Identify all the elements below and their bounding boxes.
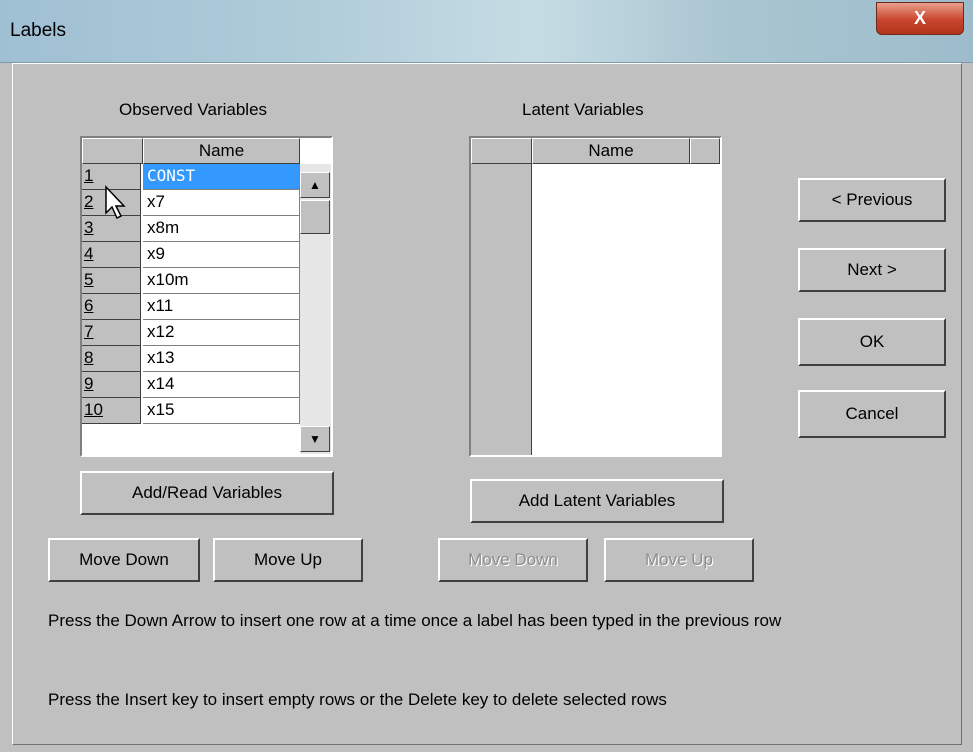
scroll-up-button[interactable]: ▲ <box>300 172 330 198</box>
variable-name-cell[interactable]: x12 <box>143 320 300 346</box>
latent-name-column-header[interactable]: Name <box>532 138 690 164</box>
cancel-button[interactable]: Cancel <box>798 390 946 438</box>
row-number-label: 10 <box>84 400 103 419</box>
row-number-label: 6 <box>84 296 94 315</box>
latent-variables-heading: Latent Variables <box>522 100 644 119</box>
row-number-label: 3 <box>84 218 94 237</box>
variable-name-cell[interactable]: x15 <box>143 398 300 424</box>
variable-name-cell[interactable]: x13 <box>143 346 300 372</box>
scroll-down-button[interactable]: ▼ <box>300 426 330 452</box>
row-number-8[interactable]: 8 <box>82 346 141 372</box>
variable-name-cell[interactable]: x11 <box>143 294 300 320</box>
down-arrow-icon: ▼ <box>309 432 321 446</box>
latent-extra-column-header <box>690 138 720 164</box>
row-number-6[interactable]: 6 <box>82 294 141 320</box>
add-latent-variables-button[interactable]: Add Latent Variables <box>470 479 724 523</box>
row-number-10[interactable]: 10 <box>82 398 141 424</box>
observed-move-up-button[interactable]: Move Up <box>213 538 363 582</box>
latent-move-down-label: Move Down <box>468 550 558 569</box>
variable-name-cell[interactable]: x8m <box>143 216 300 242</box>
up-arrow-icon: ▲ <box>309 178 321 192</box>
latent-row-header-area <box>471 164 532 455</box>
row-number-label: 5 <box>84 270 94 289</box>
title-bar: Labels X <box>0 0 973 63</box>
row-number-9[interactable]: 9 <box>82 372 141 398</box>
latent-grid-corner-header <box>471 138 532 164</box>
window-title: Labels <box>10 20 66 41</box>
row-number-4[interactable]: 4 <box>82 242 141 268</box>
latent-move-up-button: Move Up <box>604 538 754 582</box>
close-button[interactable]: X <box>876 2 964 35</box>
ok-button[interactable]: OK <box>798 318 946 366</box>
row-number-label: 4 <box>84 244 94 263</box>
row-number-7[interactable]: 7 <box>82 320 141 346</box>
scroll-thumb[interactable] <box>300 200 330 234</box>
variable-name-cell[interactable]: x14 <box>143 372 300 398</box>
row-number-label: 7 <box>84 322 94 341</box>
variable-name-cell[interactable]: x9 <box>143 242 300 268</box>
next-button[interactable]: Next > <box>798 248 946 292</box>
latent-variables-grid[interactable]: Name <box>469 136 722 457</box>
row-number-label: 1 <box>84 166 94 185</box>
observed-scrollbar[interactable]: ▲ ▼ <box>300 164 331 454</box>
help-text-insert-delete: Press the Insert key to insert empty row… <box>48 690 667 709</box>
name-column-header[interactable]: Name <box>143 138 300 164</box>
help-text-down-arrow: Press the Down Arrow to insert one row a… <box>48 611 782 630</box>
variable-name-cell[interactable]: CONST <box>143 164 300 190</box>
observed-move-down-button[interactable]: Move Down <box>48 538 200 582</box>
latent-move-down-button: Move Down <box>438 538 588 582</box>
variable-name-cell[interactable]: x7 <box>143 190 300 216</box>
add-read-variables-button[interactable]: Add/Read Variables <box>80 471 334 515</box>
mouse-pointer-icon <box>105 185 126 220</box>
row-number-label: 9 <box>84 374 94 393</box>
row-number-label: 2 <box>84 192 94 211</box>
variable-name-cell[interactable]: x10m <box>143 268 300 294</box>
row-number-5[interactable]: 5 <box>82 268 141 294</box>
previous-button[interactable]: < Previous <box>798 178 946 222</box>
latent-move-up-label: Move Up <box>644 550 714 569</box>
observed-variables-heading: Observed Variables <box>119 100 268 119</box>
grid-corner-header <box>82 138 143 164</box>
row-number-label: 8 <box>84 348 94 367</box>
